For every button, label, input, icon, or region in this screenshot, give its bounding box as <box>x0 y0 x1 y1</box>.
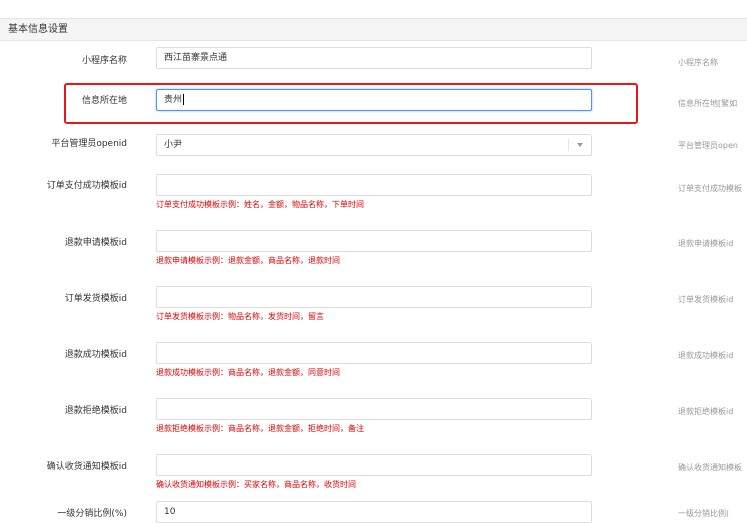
distribution-ratio-input[interactable]: 10 <box>156 501 592 523</box>
shipping-template-input[interactable] <box>156 286 592 308</box>
refund-reject-template-input[interactable] <box>156 398 592 420</box>
field-label: 退款拒绝模板id <box>64 406 127 416</box>
payment-template-input[interactable] <box>156 174 592 196</box>
field-help-label: 平台管理员open <box>678 141 738 150</box>
refund-success-template-input[interactable] <box>156 342 592 364</box>
field-help-label: 信息所在地[繁如 <box>678 99 738 108</box>
field-label: 订单发货模板id <box>64 294 127 304</box>
field-hint: 订单发货模板示例：物品名称，发货时间，留言 <box>156 312 324 321</box>
field-hint: 退款成功模板示例：商品名称，退款金额，同意时间 <box>156 368 340 377</box>
field-help-label: 订单发货模板id <box>678 295 734 304</box>
field-help-label: 退款申请模板id <box>678 239 734 248</box>
field-hint: 订单支付成功模板示例：姓名，金额，物品名称，下单时间 <box>156 200 364 209</box>
field-help-label: 退款拒绝模板id <box>678 407 734 416</box>
admin-openid-select[interactable]: 小尹 <box>156 134 592 156</box>
field-label: 平台管理员openid <box>51 139 127 149</box>
chevron-down-icon[interactable] <box>577 143 583 147</box>
miniprogram-name-input[interactable]: 西江苗寨景点通 <box>156 47 592 69</box>
field-help-label: 一级分销比例( <box>678 509 730 518</box>
panel-title: 基本信息设置 <box>0 19 747 41</box>
field-label: 订单支付成功模板id <box>46 181 127 191</box>
field-label: 小程序名称 <box>81 56 127 66</box>
refund-request-template-input[interactable] <box>156 230 592 252</box>
highlight-annotation-box <box>64 83 638 124</box>
field-help-label: 确认收货通知模板 <box>678 463 742 472</box>
field-label: 退款成功模板id <box>64 350 127 360</box>
admin-openid-selected: 小尹 <box>164 140 183 150</box>
field-help-label: 订单支付成功模板 <box>678 184 742 193</box>
field-hint: 确认收货通知模板示例：买家名称，商品名称，收货时间 <box>156 480 356 489</box>
select-divider <box>568 139 569 151</box>
receipt-template-input[interactable] <box>156 454 592 476</box>
field-hint: 退款拒绝模板示例：商品名称，退款金额，拒绝时间，备注 <box>156 424 364 433</box>
field-label: 确认收货通知模板id <box>46 462 127 472</box>
field-help-label: 退款成功模板id <box>678 351 734 360</box>
field-help-label: 小程序名称 <box>678 58 718 67</box>
field-hint: 退款申请模板示例：退款金额，商品名称，退款时间 <box>156 256 340 265</box>
field-label: 退款申请模板id <box>64 238 127 248</box>
